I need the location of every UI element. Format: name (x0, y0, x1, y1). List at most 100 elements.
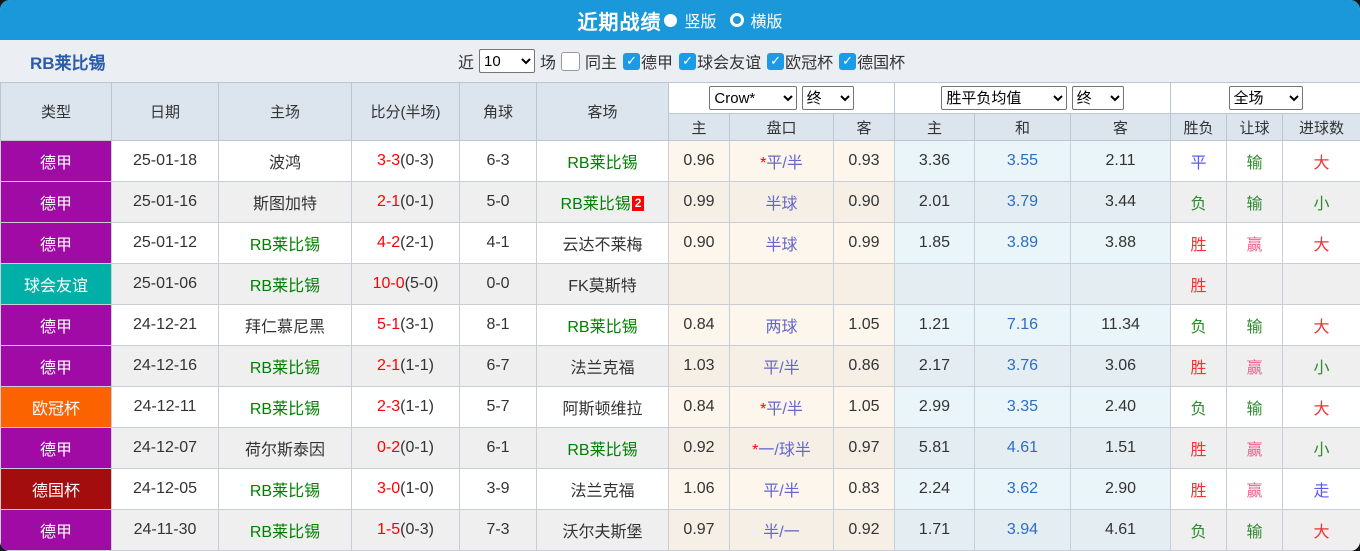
same-venue-label[interactable]: 同主 (585, 49, 617, 73)
handicap-result-cell (1226, 263, 1284, 305)
dfb-pokal-label[interactable]: 德国杯 (857, 49, 905, 73)
handicap-result-cell: 输 (1226, 181, 1284, 223)
scope-select[interactable]: 全场 (1228, 86, 1303, 110)
avg-time-select[interactable]: 终 (1071, 86, 1124, 110)
avg-away-cell: 2.11 (1069, 140, 1172, 182)
subheader-outcome: 胜负 (1170, 113, 1228, 141)
type-badge: 德甲 (0, 222, 112, 264)
competition-filter-ucl[interactable]: 欧冠杯 (767, 49, 833, 73)
date-cell: 24-12-11 (111, 386, 219, 428)
avg-home-cell: 1.71 (894, 509, 975, 551)
result-group-header: 全场 (1170, 82, 1360, 114)
table-row: 欧冠杯 24-12-11 RB莱比锡 2-3(1-1) 5-7 阿斯顿维拉 0.84 *平/半… (0, 386, 1360, 428)
corner-cell: 4-1 (459, 222, 537, 264)
dfb-pokal-checkbox[interactable] (839, 52, 857, 70)
handicap-cell: 半球 (729, 181, 834, 223)
odds-away-cell: 0.92 (833, 509, 895, 551)
ucl-checkbox[interactable] (767, 52, 785, 70)
home-team-cell: 斯图加特 (218, 181, 352, 223)
odds-home-cell: 0.90 (668, 222, 730, 264)
competition-filter-dfb-pokal[interactable]: 德国杯 (839, 49, 905, 73)
subheader-handicap-result: 让球 (1226, 113, 1284, 141)
avg-draw-cell: 3.55 (974, 140, 1071, 182)
handicap-line: 半/一 (763, 524, 800, 541)
avg-away-cell: 2.90 (1069, 468, 1172, 510)
bundesliga-checkbox[interactable] (623, 52, 641, 70)
score-cell: 1-5(0-3) (351, 509, 460, 551)
competition-filter-friendly[interactable]: 球会友谊 (679, 49, 761, 73)
avg-away-cell: 3.88 (1069, 222, 1172, 264)
handicap-cell: 半球 (729, 222, 834, 264)
horizontal-layout-radio-icon[interactable] (729, 13, 744, 27)
odds-time-select[interactable]: 终 (801, 86, 854, 110)
handicap-line: 平/半 (766, 155, 803, 172)
bookmaker-select[interactable]: Crow* (709, 86, 798, 110)
avg-draw-cell: 3.79 (974, 181, 1071, 223)
filter-controls: 近 10 场 同主 德甲 球会友谊 欧冠杯 德国杯 (458, 49, 905, 73)
corner-cell: 6-3 (459, 140, 537, 182)
handicap-result-cell: 赢 (1226, 345, 1284, 387)
subheader-odds-away: 客 (833, 113, 895, 141)
corner-cell: 5-0 (459, 181, 537, 223)
score-cell: 2-1(1-1) (351, 345, 460, 387)
friendly-checkbox[interactable] (679, 52, 697, 70)
recent-count-select[interactable]: 10 (479, 49, 536, 73)
away-team-cell: 阿斯顿维拉 (536, 386, 669, 428)
halftime-score: (0-3) (400, 521, 434, 538)
corner-cell: 0-0 (459, 263, 537, 305)
vertical-layout-label[interactable]: 竖版 (684, 8, 716, 32)
table-row: 德甲 25-01-18 波鸿 3-3(0-3) 6-3 RB莱比锡 0.96 *平/半 0.93… (0, 140, 1360, 182)
goals-cell (1282, 263, 1360, 305)
outcome-cell: 胜 (1170, 468, 1228, 510)
odds-away-cell: 0.97 (833, 427, 895, 469)
score-cell: 2-3(1-1) (351, 386, 460, 428)
type-badge: 德甲 (0, 181, 112, 223)
competition-filter-bundesliga[interactable]: 德甲 (623, 49, 673, 73)
handicap-result-cell: 赢 (1226, 468, 1284, 510)
type-badge: 德国杯 (0, 468, 112, 510)
table-row: 球会友谊 25-01-06 RB莱比锡 10-0(5-0) 0-0 FK莫斯特胜 (0, 263, 1360, 305)
home-team-name: RB莱比锡 (249, 524, 321, 541)
header-score: 比分(半场) (351, 82, 460, 141)
page-title: 近期战绩 (577, 11, 662, 34)
odds-away-cell: 0.90 (833, 181, 895, 223)
titlebar: 近期战绩 竖版 横版 (0, 0, 1360, 40)
matches-label: 场 (540, 55, 557, 72)
fulltime-score: 10-0 (372, 275, 405, 292)
header-date: 日期 (111, 82, 219, 141)
fulltime-score: 5-1 (377, 316, 401, 333)
goals-cell: 大 (1282, 386, 1360, 428)
away-team-name: RB莱比锡 (560, 196, 631, 213)
avg-type-select[interactable]: 胜平负均值 (941, 86, 1068, 110)
away-team-cell: RB莱比锡 (536, 427, 669, 469)
handicap-cell: 两球 (729, 304, 834, 346)
away-team-name: 阿斯顿维拉 (562, 401, 643, 418)
score-cell: 4-2(2-1) (351, 222, 460, 264)
friendly-label[interactable]: 球会友谊 (697, 49, 761, 73)
corner-cell: 6-7 (459, 345, 537, 387)
horizontal-layout-label[interactable]: 横版 (751, 8, 783, 32)
home-team-cell: RB莱比锡 (218, 263, 352, 305)
handicap-line: 一/球半 (758, 442, 811, 459)
avg-away-cell: 11.34 (1069, 304, 1172, 346)
home-team-cell: RB莱比锡 (218, 509, 352, 551)
type-badge: 球会友谊 (0, 263, 112, 305)
away-team-name: RB莱比锡 (567, 155, 638, 172)
ucl-label[interactable]: 欧冠杯 (785, 49, 833, 73)
outcome-cell: 胜 (1170, 222, 1228, 264)
bundesliga-label[interactable]: 德甲 (641, 49, 673, 73)
filter-bar: RB莱比锡 近 10 场 同主 德甲 球会友谊 欧冠杯 德国杯 (0, 40, 1360, 82)
handicap-line: 两球 (765, 319, 798, 336)
vertical-layout-radio-icon[interactable] (664, 13, 678, 27)
goals-cell: 大 (1282, 222, 1360, 264)
handicap-result-cell: 赢 (1226, 427, 1284, 469)
type-badge: 欧冠杯 (0, 386, 112, 428)
outcome-cell: 负 (1170, 304, 1228, 346)
same-venue-checkbox[interactable] (561, 51, 581, 71)
avg-draw-cell: 3.62 (974, 468, 1071, 510)
handicap-cell: 半/一 (729, 509, 834, 551)
away-team-cell: RB莱比锡 (536, 304, 669, 346)
home-team-name: RB莱比锡 (249, 360, 321, 377)
goals-cell: 小 (1282, 427, 1360, 469)
fulltime-score: 2-1 (377, 357, 401, 374)
